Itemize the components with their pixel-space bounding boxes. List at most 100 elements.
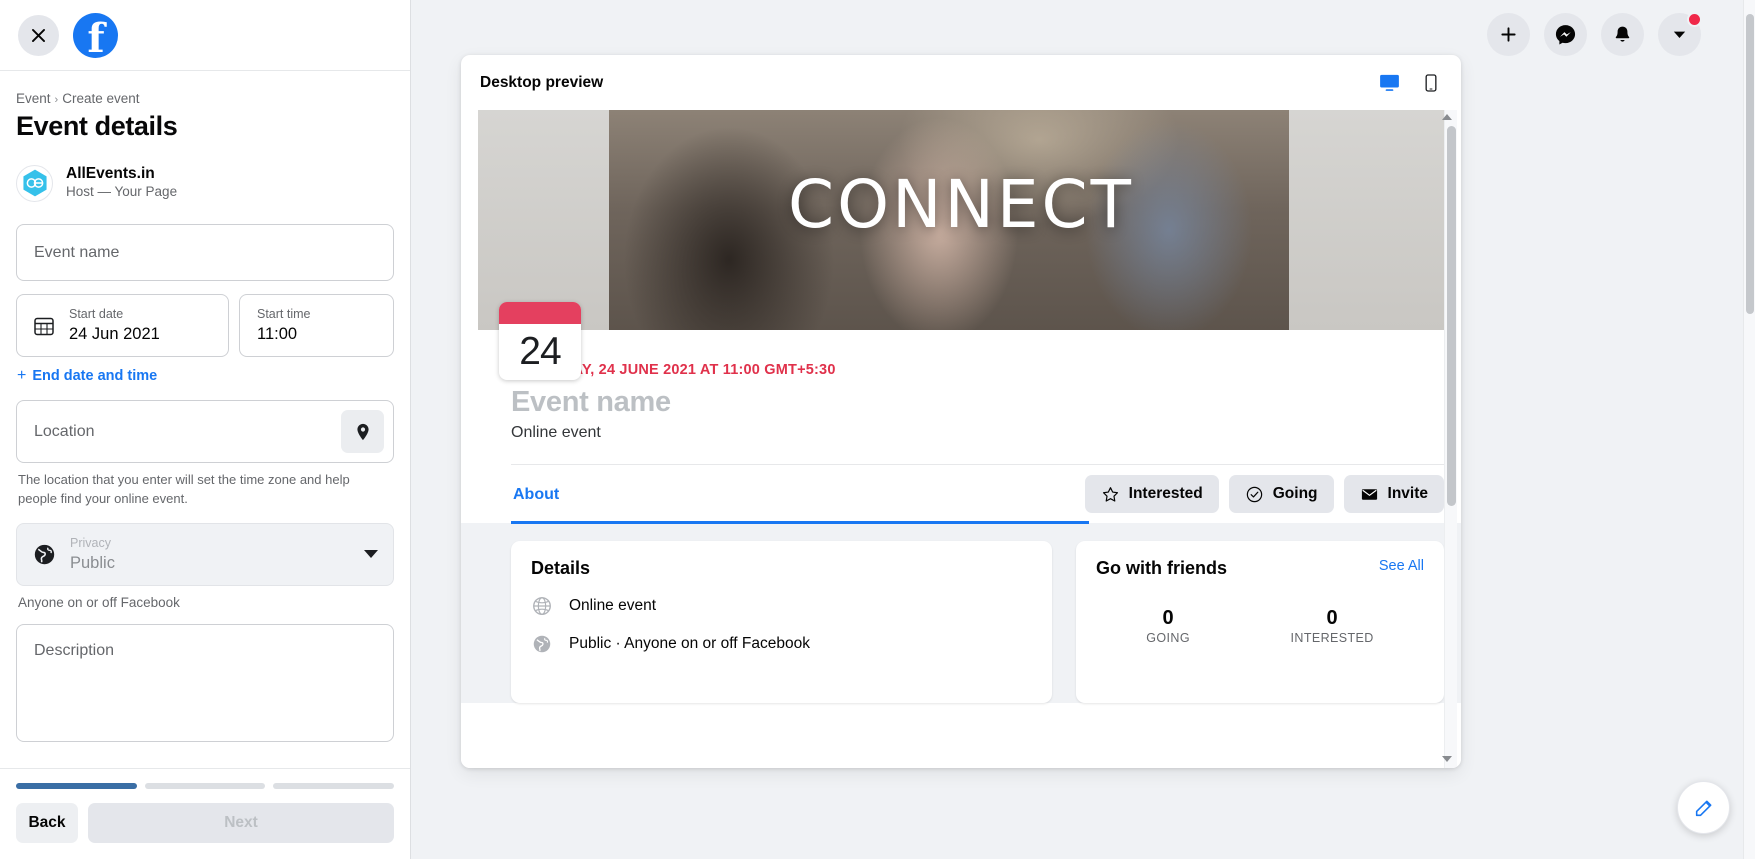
create-plus-icon[interactable] [1487, 12, 1530, 56]
check-circle-icon [1246, 486, 1262, 502]
globe-icon [34, 544, 55, 565]
friends-card-header: Go with friends See All [1096, 558, 1424, 595]
event-actions: Interested Going Invite [1084, 475, 1444, 523]
host-name: AllEvents.in [66, 165, 155, 182]
globe-grid-icon [533, 597, 551, 615]
privacy-value: Public [70, 553, 115, 572]
add-end-date-time-button[interactable]: + End date and time [16, 367, 394, 385]
invite-button[interactable]: Invite [1343, 475, 1444, 513]
scroll-up-arrow-icon[interactable] [1442, 114, 1452, 120]
event-cover-image: CONNECT [478, 110, 1444, 330]
detail-row-online: Online event [531, 595, 1032, 617]
detail-text-online: Online event [569, 597, 657, 614]
facebook-logo[interactable]: f [73, 12, 118, 58]
device-toggle [1378, 71, 1441, 94]
breadcrumb-current: Create event [62, 91, 140, 106]
plus-icon: + [17, 367, 27, 385]
going-count: 0 GOING [1146, 605, 1190, 645]
tab-about[interactable]: About [511, 480, 561, 518]
app-root: f Event › Create event Event details All… [0, 0, 1755, 859]
interested-count-number: 0 [1326, 607, 1338, 629]
globe-public-icon [533, 635, 551, 653]
star-icon [1102, 486, 1118, 502]
location-input[interactable]: Location [16, 400, 394, 464]
preview-area: Desktop preview CONNECT 24 THURSDAY, 24 … [411, 0, 1755, 859]
account-chevron-icon[interactable] [1658, 11, 1702, 56]
progress-step-1 [16, 783, 137, 789]
progress-bar [16, 783, 395, 789]
preview-card-header: Desktop preview [461, 55, 1461, 110]
preview-scrollbar-thumb[interactable] [1447, 126, 1456, 506]
close-icon[interactable] [18, 14, 59, 56]
next-button[interactable]: Next [88, 803, 394, 843]
details-title: Details [531, 558, 591, 578]
breadcrumb-root[interactable]: Event [16, 91, 51, 106]
calendar-badge-top [499, 302, 581, 324]
invite-label: Invite [1387, 485, 1428, 502]
description-placeholder: Description [34, 641, 115, 659]
description-input[interactable]: Description [16, 623, 394, 742]
start-date-label: Start date [69, 307, 124, 322]
preview-main: THURSDAY, 24 JUNE 2021 AT 11:00 GMT+5:30… [461, 330, 1461, 524]
privacy-label: Privacy [70, 535, 111, 550]
panel-topbar: f [0, 0, 410, 71]
event-datetime: THURSDAY, 24 JUNE 2021 AT 11:00 GMT+5:30 [511, 362, 836, 378]
tab-bar: About Interested Going Invite [511, 464, 1444, 524]
calendar-badge-day: 24 [519, 330, 561, 373]
window-scrollbar-thumb[interactable] [1746, 14, 1754, 314]
event-subtitle-preview: Online event [511, 424, 601, 441]
allevents-avatar [16, 164, 53, 202]
mobile-phone-icon[interactable] [1421, 72, 1441, 94]
breadcrumb: Event › Create event [16, 91, 394, 106]
friends-title: Go with friends [1096, 558, 1228, 578]
details-card: Details Online event Public · Anyone on … [511, 541, 1052, 703]
going-count-number: 0 [1162, 607, 1174, 629]
interested-count-label: INTERESTED [1290, 631, 1374, 645]
going-count-label: GOING [1146, 631, 1190, 645]
privacy-note: Anyone on or off Facebook [18, 594, 180, 610]
panel-scroll-area: Event › Create event Event details AllEven… [0, 71, 410, 768]
add-end-date-time-label: End date and time [32, 368, 158, 385]
see-all-link[interactable]: See All [1379, 558, 1424, 574]
facebook-logo-glyph: f [87, 15, 104, 58]
panel-footer: Back Next [0, 768, 410, 859]
footer-buttons: Back Next [16, 803, 394, 843]
notifications-bell-icon[interactable] [1601, 12, 1644, 56]
progress-step-2 [144, 783, 266, 789]
event-name-preview: Event name [511, 386, 671, 418]
start-time-input[interactable]: Start time 11:00 [239, 294, 394, 358]
bell-glyph [1615, 26, 1630, 42]
preview-title: Desktop preview [480, 73, 604, 91]
allevents-avatar-glyph [22, 169, 47, 197]
going-button[interactable]: Going [1228, 475, 1334, 513]
preview-body: CONNECT 24 THURSDAY, 24 JUNE 2021 AT 11:… [461, 110, 1461, 768]
event-create-panel: f Event › Create event Event details All… [0, 0, 411, 859]
tab-active-underline [511, 521, 1089, 524]
map-pin-icon[interactable] [341, 410, 384, 454]
event-name-input[interactable]: Event name [16, 224, 394, 282]
notification-badge [1687, 11, 1702, 27]
interested-label: Interested [1128, 485, 1203, 502]
scroll-down-arrow-icon[interactable] [1442, 756, 1452, 762]
interested-button[interactable]: Interested [1084, 475, 1219, 513]
start-time-label: Start time [257, 307, 311, 322]
go-with-friends-card: Go with friends See All 0 GOING 0 INTERE… [1076, 541, 1444, 703]
host-subtitle: Host — Your Page [66, 184, 178, 200]
cover-headline: CONNECT [788, 166, 1134, 243]
date-time-row: Start date 24 Jun 2021 Start time 11:00 [16, 294, 394, 358]
host-row: AllEvents.in Host — Your Page [16, 164, 394, 202]
privacy-select[interactable]: Privacy Public [16, 522, 394, 586]
back-button[interactable]: Back [16, 803, 78, 843]
detail-text-privacy: Public · Anyone on or off Facebook [569, 635, 810, 652]
desktop-monitor-icon[interactable] [1378, 71, 1401, 94]
interested-count: 0 INTERESTED [1291, 605, 1374, 645]
start-date-input[interactable]: Start date 24 Jun 2021 [16, 294, 229, 358]
start-time-value: 11:00 [257, 325, 298, 344]
plus-glyph [1501, 26, 1516, 42]
compose-pencil-icon[interactable] [1677, 781, 1730, 834]
window-scrollbar[interactable] [1743, 0, 1755, 859]
desktop-preview-card: Desktop preview CONNECT 24 THURSDAY, 24 … [461, 55, 1461, 768]
calendar-icon [34, 317, 54, 336]
progress-step-3 [273, 783, 395, 789]
messenger-icon[interactable] [1544, 12, 1587, 56]
